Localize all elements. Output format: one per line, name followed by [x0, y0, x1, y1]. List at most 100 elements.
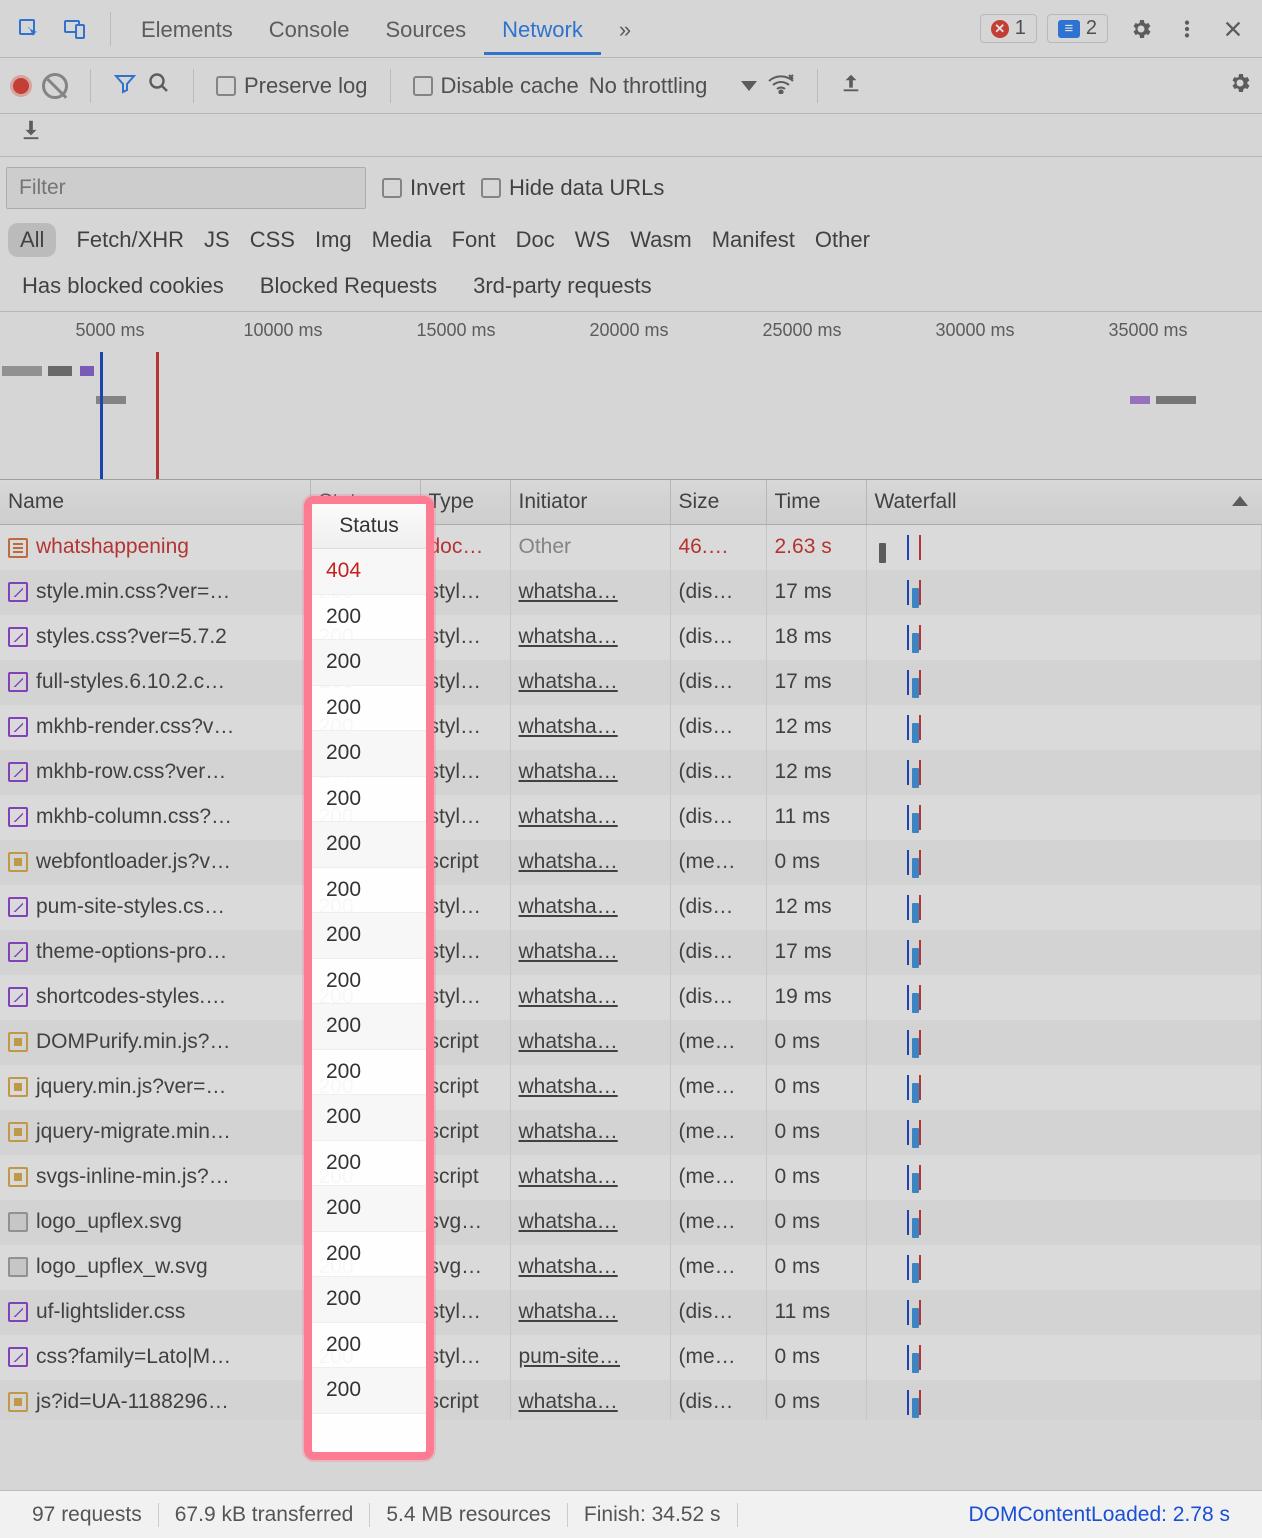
cell-initiator[interactable]: whatsha…	[510, 750, 670, 795]
table-row[interactable]: logo_upflex.svg200svg…whatsha…(me…0 ms	[0, 1200, 1262, 1245]
cell-status: 200	[310, 1200, 420, 1245]
network-settings-icon[interactable]	[1228, 71, 1252, 101]
type-chip-all[interactable]: All	[8, 223, 56, 257]
table-row[interactable]: mkhb-render.css?v…200styl…whatsha…(dis…1…	[0, 705, 1262, 750]
type-chip-other[interactable]: Other	[815, 227, 870, 253]
errors-badge[interactable]: ✕ 1	[980, 14, 1037, 43]
cell-type: svg…	[420, 1245, 510, 1290]
table-row[interactable]: whatshappening404doc…Other46.…2.63 s	[0, 525, 1262, 570]
error-dot-icon: ✕	[991, 20, 1009, 38]
settings-icon[interactable]	[1122, 10, 1160, 48]
cell-initiator[interactable]: Other	[510, 525, 670, 570]
tab-elements[interactable]: Elements	[123, 3, 251, 55]
col-name[interactable]: Name	[0, 480, 310, 525]
export-har-icon[interactable]	[20, 122, 42, 145]
clear-button[interactable]	[42, 73, 68, 99]
table-row[interactable]: styles.css?ver=5.7.2200styl…whatsha…(dis…	[0, 615, 1262, 660]
table-row[interactable]: theme-options-pro…200styl…whatsha…(dis…1…	[0, 930, 1262, 975]
col-size[interactable]: Size	[670, 480, 766, 525]
table-row[interactable]: shortcodes-styles.…200styl…whatsha…(dis……	[0, 975, 1262, 1020]
import-har-icon[interactable]	[840, 72, 862, 100]
type-chip-wasm[interactable]: Wasm	[630, 227, 692, 253]
table-row[interactable]: css?family=Lato|M…200styl…pum-site…(me…0…	[0, 1335, 1262, 1380]
type-chip-font[interactable]: Font	[452, 227, 496, 253]
cell-initiator[interactable]: whatsha…	[510, 570, 670, 615]
cell-initiator[interactable]: whatsha…	[510, 885, 670, 930]
table-row[interactable]: jquery-migrate.min…200scriptwhatsha…(me……	[0, 1110, 1262, 1155]
throttling-select[interactable]: No throttling	[589, 73, 758, 99]
type-chip-js[interactable]: JS	[204, 227, 230, 253]
table-row[interactable]: DOMPurify.min.js?…200scriptwhatsha…(me…0…	[0, 1020, 1262, 1065]
cell-name: DOMPurify.min.js?…	[0, 1020, 310, 1065]
cell-initiator[interactable]: whatsha…	[510, 795, 670, 840]
col-time[interactable]: Time	[766, 480, 866, 525]
preserve-log-checkbox[interactable]: Preserve log	[216, 73, 368, 99]
table-row[interactable]: mkhb-row.css?ver…200styl…whatsha…(dis…12…	[0, 750, 1262, 795]
table-row[interactable]: svgs-inline-min.js?…200scriptwhatsha…(me…	[0, 1155, 1262, 1200]
filter-input[interactable]	[6, 167, 366, 209]
tab-network[interactable]: Network	[484, 3, 601, 55]
table-row[interactable]: full-styles.6.10.2.c…200styl…whatsha…(di…	[0, 660, 1262, 705]
clear-icon	[42, 73, 68, 99]
timeline-overview[interactable]: 5000 ms10000 ms15000 ms20000 ms25000 ms3…	[0, 312, 1262, 480]
tab-console[interactable]: Console	[251, 3, 368, 55]
table-row[interactable]: uf-lightslider.css200styl…whatsha…(dis…1…	[0, 1290, 1262, 1335]
third-party-label: 3rd-party requests	[473, 273, 652, 299]
table-row[interactable]: webfontloader.js?v…200scriptwhatsha…(me……	[0, 840, 1262, 885]
search-icon[interactable]	[147, 71, 171, 101]
type-chip-fetchxhr[interactable]: Fetch/XHR	[76, 227, 184, 253]
disable-cache-checkbox[interactable]: Disable cache	[413, 73, 579, 99]
device-toolbar-icon[interactable]	[56, 10, 94, 48]
cell-initiator[interactable]: whatsha…	[510, 1110, 670, 1155]
col-initiator[interactable]: Initiator	[510, 480, 670, 525]
cell-size: 46.…	[670, 525, 766, 570]
cell-initiator[interactable]: whatsha…	[510, 930, 670, 975]
third-party-checkbox[interactable]: 3rd-party requests	[463, 273, 652, 299]
cell-initiator[interactable]: whatsha…	[510, 975, 670, 1020]
cell-initiator[interactable]: whatsha…	[510, 1155, 670, 1200]
type-chip-manifest[interactable]: Manifest	[712, 227, 795, 253]
table-row[interactable]: jquery.min.js?ver=…200scriptwhatsha…(me……	[0, 1065, 1262, 1110]
close-icon[interactable]	[1214, 10, 1252, 48]
table-row[interactable]: mkhb-column.css?…200styl…whatsha…(dis…11…	[0, 795, 1262, 840]
filter-toggle-icon[interactable]	[113, 71, 137, 101]
has-blocked-cookies-checkbox[interactable]: Has blocked cookies	[12, 273, 224, 299]
hide-data-urls-checkbox[interactable]: Hide data URLs	[481, 175, 664, 201]
cell-initiator[interactable]: whatsha…	[510, 1200, 670, 1245]
cell-initiator[interactable]: whatsha…	[510, 840, 670, 885]
cell-initiator[interactable]: whatsha…	[510, 1245, 670, 1290]
cell-name: pum-site-styles.cs…	[0, 885, 310, 930]
type-chip-media[interactable]: Media	[372, 227, 432, 253]
cell-initiator[interactable]: whatsha…	[510, 1290, 670, 1335]
col-waterfall[interactable]: Waterfall	[866, 480, 1262, 525]
js-file-icon	[8, 1392, 28, 1412]
cell-status: 200	[310, 840, 420, 885]
blocked-requests-checkbox[interactable]: Blocked Requests	[250, 273, 437, 299]
cell-waterfall	[866, 1020, 1262, 1065]
kebab-menu-icon[interactable]	[1168, 10, 1206, 48]
tabs-overflow[interactable]: »	[601, 3, 649, 55]
cell-initiator[interactable]: whatsha…	[510, 705, 670, 750]
cell-initiator[interactable]: whatsha…	[510, 1380, 670, 1421]
col-type[interactable]: Type	[420, 480, 510, 525]
cell-initiator[interactable]: whatsha…	[510, 660, 670, 705]
type-chip-doc[interactable]: Doc	[516, 227, 555, 253]
table-row[interactable]: style.min.css?ver=…200styl…whatsha…(dis……	[0, 570, 1262, 615]
table-row[interactable]: pum-site-styles.cs…200styl…whatsha…(dis……	[0, 885, 1262, 930]
cell-initiator[interactable]: whatsha…	[510, 615, 670, 660]
cell-initiator[interactable]: pum-site…	[510, 1335, 670, 1380]
type-chip-ws[interactable]: WS	[575, 227, 610, 253]
inspect-icon[interactable]	[10, 10, 48, 48]
invert-checkbox[interactable]: Invert	[382, 175, 465, 201]
cell-initiator[interactable]: whatsha…	[510, 1065, 670, 1110]
col-status[interactable]: Status	[310, 480, 420, 525]
type-chip-img[interactable]: Img	[315, 227, 352, 253]
table-row[interactable]: js?id=UA-1188296…200scriptwhatsha…(dis…0…	[0, 1380, 1262, 1421]
messages-badge[interactable]: ≡ 2	[1047, 14, 1108, 43]
table-row[interactable]: logo_upflex_w.svg200svg…whatsha…(me…0 ms	[0, 1245, 1262, 1290]
tab-sources[interactable]: Sources	[367, 3, 484, 55]
record-button[interactable]	[10, 75, 32, 97]
type-chip-css[interactable]: CSS	[250, 227, 295, 253]
cell-initiator[interactable]: whatsha…	[510, 1020, 670, 1065]
network-conditions-icon[interactable]	[767, 72, 795, 100]
